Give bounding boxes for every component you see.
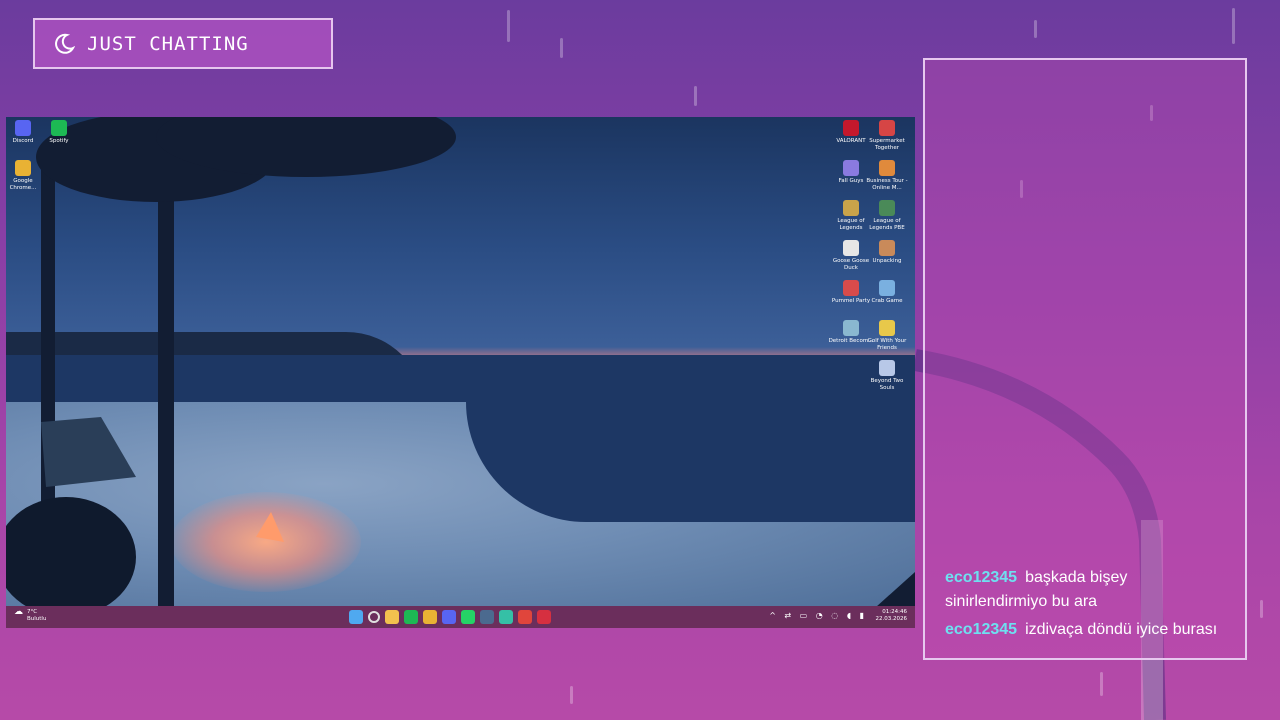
search-icon[interactable] [368,611,380,623]
app-icon [843,200,859,216]
valorant-icon[interactable] [537,610,551,624]
desktop-screen-capture: Discord Spotify Google Chrome... VALORANT S… [6,117,915,628]
app-icon [879,120,895,136]
rain-streak [1034,20,1037,38]
rain-streak [560,38,563,58]
app-icon [879,280,895,296]
desktop-shortcut[interactable]: Spotify [36,120,82,145]
weather-widget[interactable]: ☁ 7°C Bulutlu [14,607,47,623]
chat-message: eco12345 başkada bişey sinirlendirmiyo bu… [945,566,1231,614]
app-icon [843,320,859,336]
app-icon [879,360,895,376]
start-icon[interactable] [349,610,363,624]
app-icon [843,120,859,136]
clock-time: 01:24:46 [882,609,907,615]
shortcut-label: Unpacking [872,258,902,264]
rain-streak [570,686,573,704]
desktop-shortcut[interactable]: Golf With Your Friends [864,320,910,352]
taskbar-clock[interactable]: 01:24:46 22.03.2026 [876,609,908,623]
weather-temp: 7°C [27,609,38,615]
app-icon [843,280,859,296]
clock-date: 22.03.2026 [875,616,908,622]
chat-panel: eco12345 başkada bişey sinirlendirmiyo bu… [923,58,1247,660]
weather-desc: Bulutlu [27,616,47,622]
app-icon [879,160,895,176]
category-title-box: JUST CHATTING [33,18,333,69]
youtube-icon[interactable] [518,610,532,624]
desktop-shortcut[interactable]: Google Chrome... [6,160,46,192]
moon-icon [55,33,75,54]
steam-icon[interactable] [480,610,494,624]
desktop-shortcut[interactable]: Unpacking [864,240,910,265]
app-icon[interactable] [499,610,513,624]
app-icon [879,240,895,256]
rain-streak [694,86,697,106]
shortcut-label: Supermarket Together [869,138,905,151]
discord-icon[interactable] [442,610,456,624]
app-icon [843,160,859,176]
app-icon [843,240,859,256]
shortcut-label: Golf With Your Friends [867,338,907,351]
taskbar-apps [349,610,551,624]
chat-text: izdivaça döndü iyice burası [1025,621,1218,638]
rain-streak [1232,8,1235,44]
desktop-shortcut[interactable]: Business Tour - Online M... [864,160,910,192]
chat-messages: eco12345 başkada bişey sinirlendirmiyo bu… [945,562,1231,642]
shortcut-label: Google Chrome... [9,178,37,191]
rain-streak [1260,600,1263,618]
desktop-shortcut[interactable]: Supermarket Together [864,120,910,152]
shortcut-label: Beyond Two Souls [870,378,904,391]
folder-icon[interactable] [385,610,399,624]
whatsapp-icon[interactable] [461,610,475,624]
chat-username: eco12345 [945,569,1018,586]
app-icon [15,120,31,136]
rain-streak [507,10,510,42]
desktop-shortcut[interactable]: Crab Game [864,280,910,305]
app-icon [879,320,895,336]
app-icon [879,200,895,216]
taskbar: ☁ 7°C Bulutlu ^ ⇄ ▭ ◔ ◌ ◖ ▮ 01:24:46 22.… [6,606,915,628]
chat-username: eco12345 [945,621,1018,638]
spotify-icon[interactable] [404,610,418,624]
app-icon [51,120,67,136]
desktop-shortcut[interactable]: League of Legends PBE [864,200,910,232]
shortcut-label: League of Legends PBE [869,218,905,231]
app-icon [15,160,31,176]
shortcut-label: Business Tour - Online M... [866,178,908,191]
shortcut-label: Crab Game [871,298,903,304]
cloud-icon: ☁ [14,607,23,617]
shortcut-label: Spotify [49,138,69,144]
desktop-shortcut[interactable]: Beyond Two Souls [864,360,910,392]
chrome-icon[interactable] [423,610,437,624]
tree-silhouettes [6,117,915,627]
system-tray-icons[interactable]: ^ ⇄ ▭ ◔ ◌ ◖ ▮ [769,611,867,620]
category-title: JUST CHATTING [87,32,249,55]
chat-message: eco12345 izdivaça döndü iyice burası [945,618,1231,642]
